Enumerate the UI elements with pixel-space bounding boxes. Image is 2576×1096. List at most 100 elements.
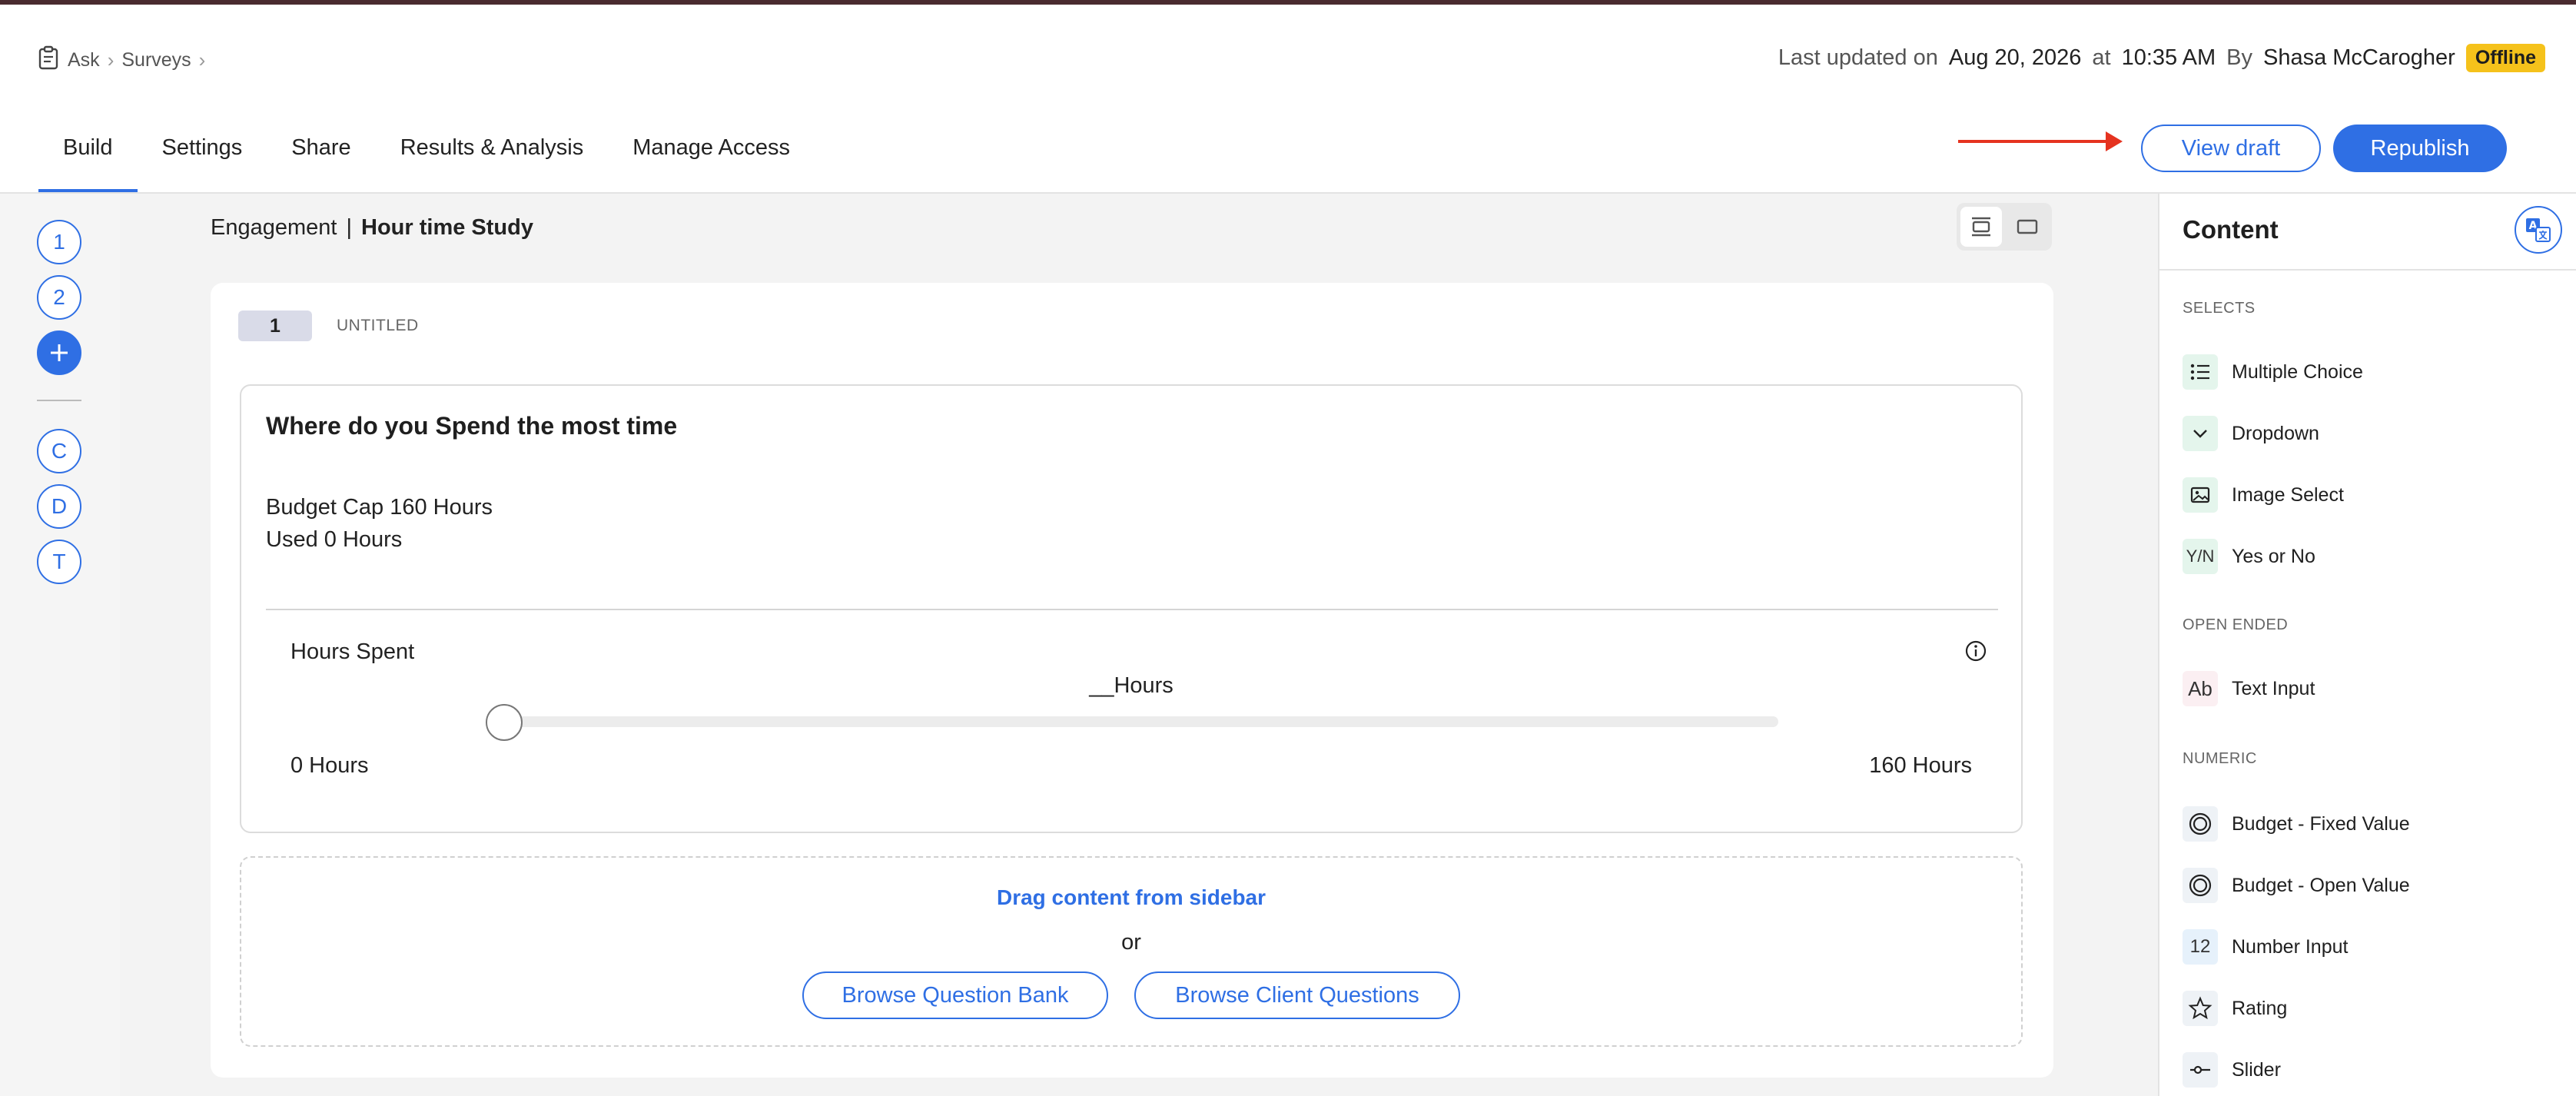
section-open-ended: OPEN ENDED: [2183, 616, 2289, 633]
budget-icon: [2183, 806, 2218, 842]
browse-question-bank-button[interactable]: Browse Question Bank: [802, 971, 1108, 1019]
content-dropzone[interactable]: Drag content from sidebar or Browse Ques…: [240, 856, 2023, 1047]
survey-category: Engagement: [211, 215, 337, 240]
chevron-right-icon: ›: [107, 48, 115, 71]
chevron-down-icon: [2183, 416, 2218, 451]
rail-divider: [37, 400, 81, 401]
survey-name: Hour time Study: [361, 215, 533, 240]
content-item-label: Multiple Choice: [2232, 360, 2363, 383]
annotation-arrow: [1958, 131, 2123, 151]
rail-item-d[interactable]: D: [37, 484, 81, 529]
content-item-label: Slider: [2232, 1058, 2281, 1081]
survey-canvas: Engagement | Hour time Study 1 UNTITLED …: [120, 194, 2158, 1096]
yes-no-icon: Y/N: [2183, 539, 2218, 574]
content-item-yes-or-no[interactable]: Y/N Yes or No: [2183, 538, 2315, 575]
last-updated-date: Aug 20, 2026: [1948, 45, 2082, 70]
rail-item-c[interactable]: C: [37, 429, 81, 473]
view-draft-button[interactable]: View draft: [2141, 125, 2321, 172]
last-updated-info: Last updated on Aug 20, 2026 at 10:35 AM…: [1778, 42, 2545, 74]
tab-results-analysis[interactable]: Results & Analysis: [376, 123, 609, 192]
breadcrumb: Ask › Surveys ›: [37, 45, 206, 75]
hours-value-display: __Hours: [1089, 673, 1173, 698]
last-updated-label: Last updated on: [1778, 45, 1938, 70]
page-navigator-rail: 1 2 C D T: [0, 194, 120, 1096]
page-title[interactable]: UNTITLED: [337, 317, 419, 335]
top-window-strip: [0, 0, 2576, 5]
image-icon: [2183, 477, 2218, 513]
translate-icon: A: [2526, 218, 2551, 242]
at-label: at: [2092, 45, 2111, 70]
question-divider: [266, 609, 1998, 610]
content-sidebar: Content A SELECTS Multiple Choice Dropdo…: [2158, 194, 2576, 1096]
budget-cap-text: Budget Cap 160 Hours: [266, 495, 493, 520]
section-numeric: NUMERIC: [2183, 750, 2257, 767]
tab-settings[interactable]: Settings: [138, 123, 267, 192]
info-icon[interactable]: [1964, 639, 1987, 663]
text-input-icon: Ab: [2183, 671, 2218, 706]
dropzone-title: Drag content from sidebar: [996, 885, 1266, 909]
question-title: Where do you Spend the most time: [266, 412, 678, 440]
breadcrumb-surveys[interactable]: Surveys: [121, 49, 191, 71]
list-view-icon: [1972, 217, 1990, 237]
content-item-number-input[interactable]: 12 Number Input: [2183, 928, 2348, 965]
content-item-label: Text Input: [2232, 677, 2315, 699]
slider-min-label: 0 Hours: [290, 753, 369, 778]
clipboard-icon: [37, 45, 60, 75]
content-item-multiple-choice[interactable]: Multiple Choice: [2183, 354, 2363, 390]
page-pill-2[interactable]: 2: [37, 275, 81, 320]
budget-icon: [2183, 868, 2218, 903]
tab-manage-access[interactable]: Manage Access: [608, 123, 815, 192]
page-card: 1 UNTITLED Where do you Spend the most t…: [211, 283, 2053, 1078]
content-item-label: Yes or No: [2232, 545, 2315, 567]
content-item-budget-fixed-value[interactable]: Budget - Fixed Value: [2183, 805, 2410, 842]
main-tabs: Build Settings Share Results & Analysis …: [38, 123, 815, 192]
slider-max-label: 160 Hours: [1869, 753, 1972, 778]
sidebar-divider: [2159, 269, 2576, 271]
status-badge: Offline: [2465, 43, 2545, 72]
content-item-label: Dropdown: [2232, 422, 2319, 444]
plus-icon: [51, 344, 68, 361]
tab-build[interactable]: Build: [38, 123, 138, 192]
list-bullets-icon: [2183, 354, 2218, 390]
page-number-badge: 1: [238, 311, 312, 341]
slider-handle[interactable]: [486, 704, 523, 741]
content-item-label: Budget - Open Value: [2232, 874, 2410, 896]
republish-button[interactable]: Republish: [2333, 125, 2507, 172]
rail-item-t[interactable]: T: [37, 540, 81, 584]
content-item-text-input[interactable]: Ab Text Input: [2183, 670, 2315, 707]
single-view-icon: [2017, 219, 2038, 234]
tab-share[interactable]: Share: [267, 123, 375, 192]
number-input-icon: 12: [2183, 929, 2218, 965]
list-view-button[interactable]: [1960, 207, 2002, 247]
content-item-image-select[interactable]: Image Select: [2183, 477, 2344, 513]
title-separator: |: [346, 215, 353, 240]
content-item-label: Rating: [2232, 997, 2288, 1019]
page-pill-1[interactable]: 1: [37, 220, 81, 264]
content-item-label: Image Select: [2232, 483, 2344, 506]
content-item-label: Number Input: [2232, 935, 2349, 958]
slider-icon: [2183, 1052, 2218, 1088]
last-updated-time: 10:35 AM: [2121, 45, 2216, 70]
browse-client-questions-button[interactable]: Browse Client Questions: [1134, 971, 1460, 1019]
single-view-button[interactable]: [2007, 207, 2048, 247]
view-mode-toggle: [1957, 203, 2052, 251]
content-item-dropdown[interactable]: Dropdown: [2183, 415, 2319, 452]
dropzone-or: or: [1121, 930, 1141, 955]
hours-spent-label: Hours Spent: [290, 639, 415, 664]
content-item-slider[interactable]: Slider: [2183, 1051, 2281, 1088]
slider-track[interactable]: [503, 716, 1778, 727]
used-hours-text: Used 0 Hours: [266, 527, 403, 552]
section-selects: SELECTS: [2183, 300, 2256, 317]
sidebar-title: Content: [2183, 215, 2279, 244]
chevron-right-icon: ›: [198, 48, 206, 71]
question-block[interactable]: Where do you Spend the most time Budget …: [240, 384, 2023, 833]
content-item-rating[interactable]: Rating: [2183, 990, 2287, 1027]
author-name: Shasa McCarogher: [2262, 45, 2455, 70]
translate-button[interactable]: A: [2515, 206, 2562, 254]
breadcrumb-ask[interactable]: Ask: [68, 49, 100, 71]
content-item-budget-open-value[interactable]: Budget - Open Value: [2183, 867, 2410, 904]
survey-title-bar: Engagement | Hour time Study: [211, 215, 533, 241]
add-page-button[interactable]: [37, 330, 81, 375]
content-item-label: Budget - Fixed Value: [2232, 812, 2410, 835]
by-label: By: [2226, 45, 2252, 70]
